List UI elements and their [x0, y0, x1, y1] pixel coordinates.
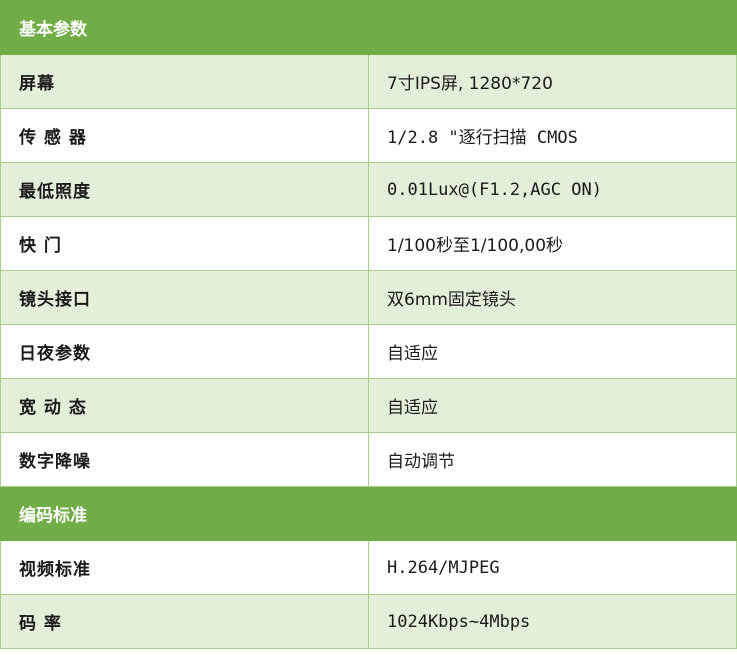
spec-row-shutter: 快 门 1/100秒至1/100,00秒 — [0, 216, 737, 271]
spec-label: 最低照度 — [0, 162, 369, 217]
spec-label: 码 率 — [0, 594, 369, 649]
spec-label: 镜头接口 — [0, 270, 369, 325]
spec-value: 自适应 — [368, 324, 737, 379]
spec-label: 视频标准 — [0, 540, 369, 595]
spec-label: 快 门 — [0, 216, 369, 271]
spec-row-video-standard: 视频标准 H.264/MJPEG — [0, 540, 737, 595]
spec-label: 屏幕 — [0, 54, 369, 109]
spec-value: 双6mm固定镜头 — [368, 270, 737, 325]
section-title: 基本参数 — [0, 0, 737, 55]
spec-value: 1024Kbps~4Mbps — [368, 594, 737, 649]
spec-value: 1/2.8 "逐行扫描 CMOS — [368, 108, 737, 163]
spec-row-day-night: 日夜参数 自适应 — [0, 324, 737, 379]
spec-row-bitrate: 码 率 1024Kbps~4Mbps — [0, 594, 737, 649]
spec-label: 宽 动 态 — [0, 378, 369, 433]
spec-label: 传 感 器 — [0, 108, 369, 163]
spec-value: 0.01Lux@(F1.2,AGC ON) — [368, 162, 737, 217]
spec-label: 数字降噪 — [0, 432, 369, 487]
section-title: 编码标准 — [0, 486, 737, 541]
section-header-basic-params: 基本参数 — [0, 0, 737, 55]
spec-row-noise-reduction: 数字降噪 自动调节 — [0, 432, 737, 487]
spec-value: 1/100秒至1/100,00秒 — [368, 216, 737, 271]
spec-table: 基本参数 屏幕 7寸IPS屏, 1280*720 传 感 器 1/2.8 "逐行… — [0, 0, 737, 649]
spec-row-sensor: 传 感 器 1/2.8 "逐行扫描 CMOS — [0, 108, 737, 163]
spec-value: 自动调节 — [368, 432, 737, 487]
spec-value: 7寸IPS屏, 1280*720 — [368, 54, 737, 109]
spec-row-wdr: 宽 动 态 自适应 — [0, 378, 737, 433]
spec-row-screen: 屏幕 7寸IPS屏, 1280*720 — [0, 54, 737, 109]
spec-row-lens-mount: 镜头接口 双6mm固定镜头 — [0, 270, 737, 325]
section-header-encoding: 编码标准 — [0, 486, 737, 541]
spec-value: H.264/MJPEG — [368, 540, 737, 595]
spec-row-min-illumination: 最低照度 0.01Lux@(F1.2,AGC ON) — [0, 162, 737, 217]
spec-value: 自适应 — [368, 378, 737, 433]
spec-label: 日夜参数 — [0, 324, 369, 379]
